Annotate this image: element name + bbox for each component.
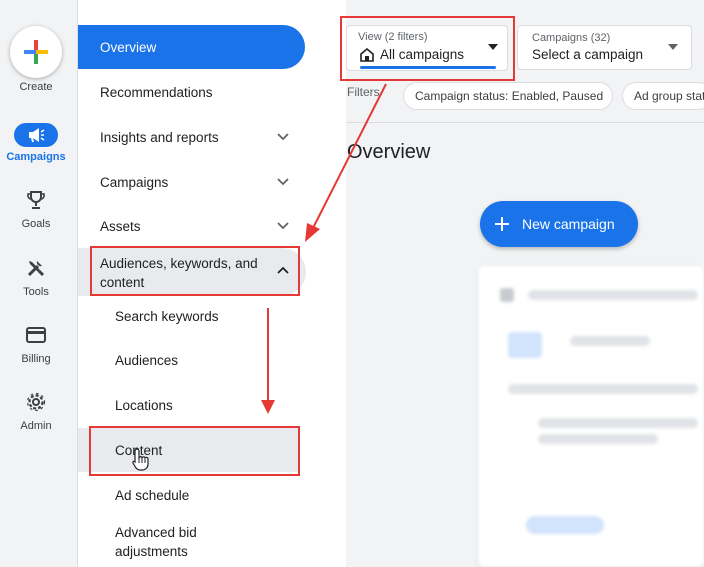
annotation-arrows — [261, 83, 387, 414]
app-root: Create Campaigns Goals Tools Billing Adm… — [0, 0, 704, 567]
annotation-arrowhead-diagonal — [305, 223, 320, 242]
annotation-arrow-diagonal — [311, 83, 387, 231]
annotation-arrowhead-vertical — [261, 400, 275, 414]
